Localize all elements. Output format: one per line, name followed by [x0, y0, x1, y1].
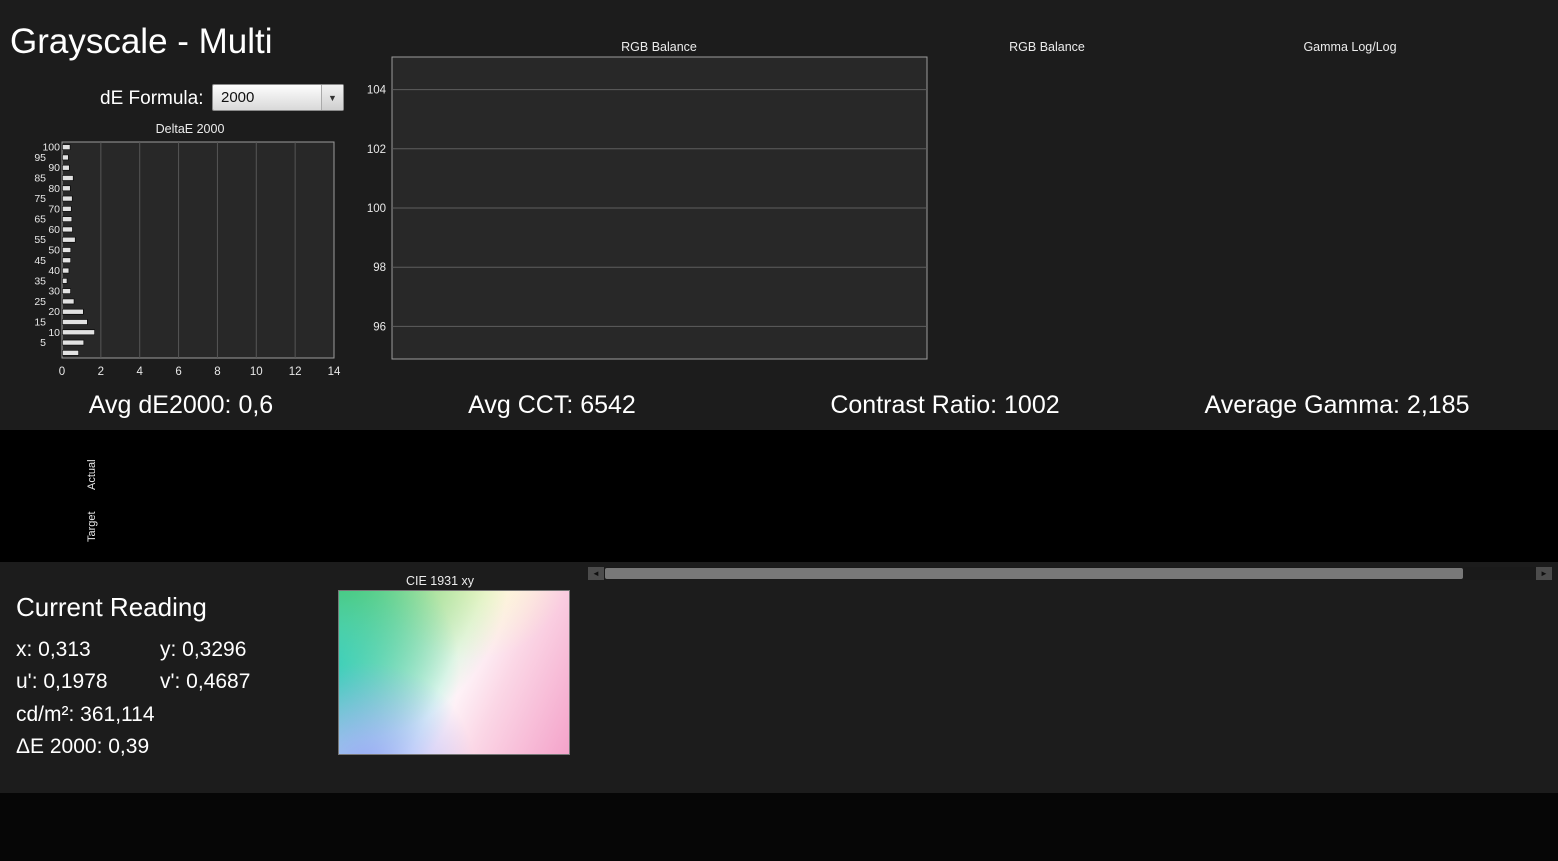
svg-text:14: 14 [328, 366, 341, 378]
scroll-thumb[interactable] [605, 568, 1463, 579]
avg-cct-summary: Avg CCT: 6542 [468, 391, 636, 419]
avg-de2000-summary: Avg dE2000: 0,6 [88, 391, 274, 419]
reading-v: v': 0,4687 [160, 670, 251, 693]
svg-text:15: 15 [34, 317, 46, 329]
svg-text:30: 30 [48, 286, 60, 298]
svg-text:104: 104 [367, 85, 387, 97]
svg-text:100: 100 [367, 203, 386, 215]
svg-text:95: 95 [34, 152, 46, 164]
svg-text:90: 90 [48, 162, 60, 174]
svg-text:10: 10 [250, 366, 263, 378]
table-scrollbar[interactable]: ◄ ► [588, 567, 1552, 580]
scroll-track[interactable] [1463, 567, 1536, 580]
svg-text:55: 55 [34, 234, 46, 246]
svg-text:20: 20 [48, 306, 60, 318]
cie-chart [300, 574, 592, 788]
target-row-label: Target [86, 511, 98, 542]
measurement-table: ◄ ► [588, 566, 1552, 580]
cie-overlay [338, 590, 570, 755]
de-formula-select[interactable]: 2000 ▼ [212, 84, 344, 111]
svg-text:70: 70 [48, 203, 60, 215]
scroll-right-button[interactable]: ► [1536, 567, 1552, 580]
svg-text:4: 4 [137, 366, 144, 378]
gamma-chart [1126, 51, 1554, 381]
page-title: Grayscale - Multi [10, 22, 273, 61]
reading-de2000: ΔE 2000: 0,39 [16, 735, 150, 758]
bottom-bar: ▲ ■ « Back Next » [0, 793, 1558, 861]
svg-text:75: 75 [34, 193, 46, 205]
svg-text:6: 6 [175, 366, 181, 378]
svg-text:98: 98 [373, 262, 386, 274]
svg-text:40: 40 [48, 265, 60, 277]
reading-luminance: cd/m²: 361,114 [16, 703, 155, 726]
de-formula-label: dE Formula: [100, 88, 204, 109]
svg-text:5: 5 [40, 337, 46, 349]
svg-text:12: 12 [289, 366, 302, 378]
contrast-ratio-summary: Contrast Ratio: 1002 [830, 391, 1060, 419]
svg-text:60: 60 [48, 224, 60, 236]
deltae-chart: 0 2 4 6 8 10 12 1451015202530354045505560657075… [34, 141, 341, 378]
svg-text:96: 96 [373, 321, 386, 333]
svg-text:0: 0 [59, 366, 65, 378]
rgb-balance-bar-chart [952, 51, 1122, 381]
average-gamma-summary: Average Gamma: 2,185 [1204, 391, 1470, 419]
reading-y: y: 0,3296 [160, 638, 247, 661]
deltae-chart-title: DeltaE 2000 [155, 122, 225, 136]
actual-row-label: Actual [86, 459, 98, 490]
svg-text:8: 8 [214, 366, 220, 378]
svg-text:65: 65 [34, 214, 46, 226]
svg-text:25: 25 [34, 296, 46, 308]
current-reading-title: Current Reading [16, 592, 207, 622]
rgb-balance-line-chart: 96 98 100 102 104 [367, 56, 928, 360]
reading-u: u': 0,1978 [16, 670, 108, 693]
de-formula-value: 2000 [221, 89, 255, 106]
svg-text:80: 80 [48, 183, 60, 195]
grayscale-strip: Actual Target [0, 430, 1558, 562]
svg-text:35: 35 [34, 275, 46, 287]
calibration-screen: Grayscale - Multi dE Formula: 2000 ▼ Del… [0, 0, 1558, 861]
svg-text:2: 2 [98, 366, 104, 378]
svg-text:50: 50 [48, 245, 60, 257]
svg-text:45: 45 [34, 255, 46, 267]
svg-text:10: 10 [48, 327, 60, 339]
svg-text:85: 85 [34, 173, 46, 185]
svg-text:100: 100 [42, 142, 60, 154]
reading-x: x: 0,313 [16, 638, 91, 661]
scroll-left-button[interactable]: ◄ [588, 567, 604, 580]
chevron-down-icon: ▼ [321, 85, 343, 110]
svg-text:102: 102 [367, 144, 386, 156]
